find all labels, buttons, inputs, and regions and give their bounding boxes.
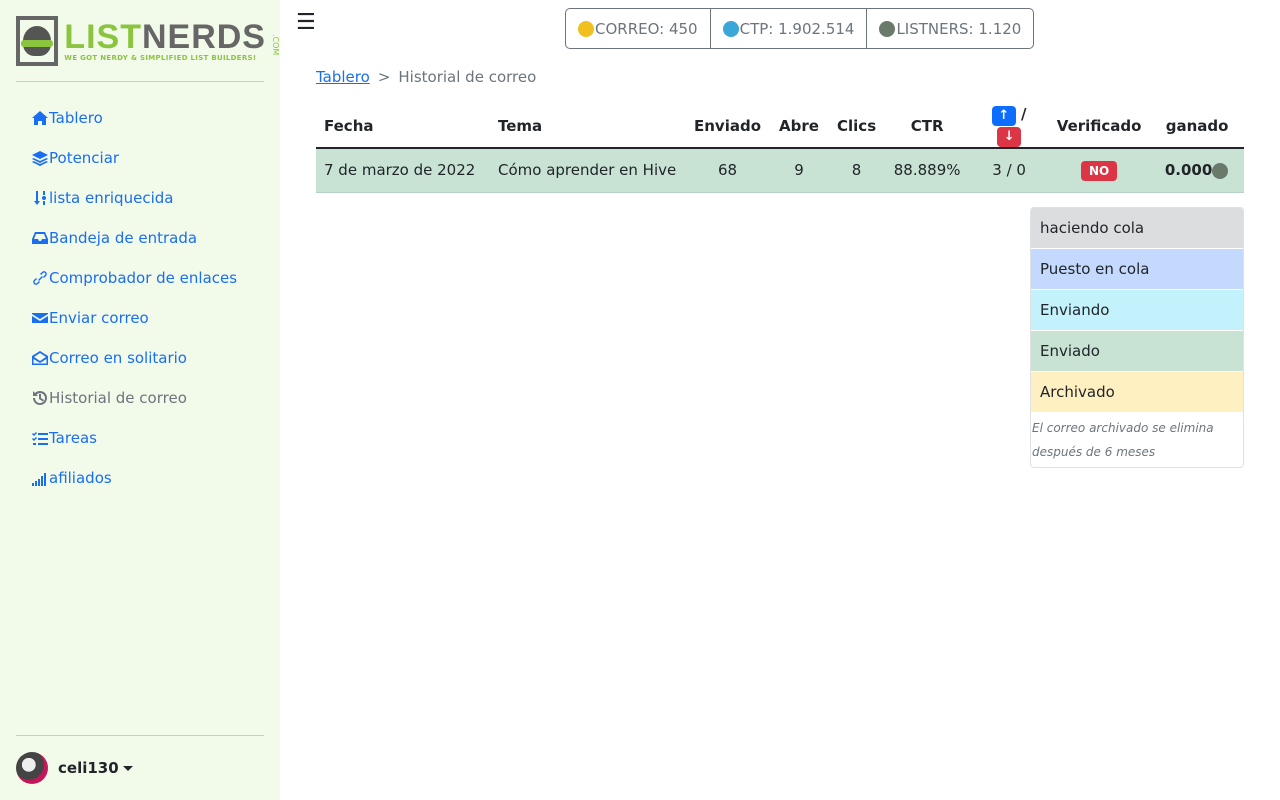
- stat-listners-label: LISTNERS: 1.120: [896, 19, 1022, 38]
- logo-com: .COM: [271, 34, 280, 56]
- cell-abre: 9: [769, 148, 830, 193]
- col-ganado: ganado: [1150, 105, 1244, 149]
- history-icon: [33, 390, 47, 405]
- table-row[interactable]: 7 de marzo de 2022 Cómo aprender en Hive…: [316, 148, 1244, 193]
- sidebar-item-label: Comprobador de enlaces: [49, 269, 238, 287]
- col-clics: Clics: [829, 105, 885, 149]
- sidebar-item-label: Potenciar: [49, 149, 120, 167]
- col-abre: Abre: [769, 105, 830, 149]
- sidebar-item-enviar-correo[interactable]: Enviar correo: [32, 298, 237, 338]
- legend-item: haciendo cola: [1031, 208, 1243, 249]
- legend-item: Puesto en cola: [1031, 249, 1243, 290]
- sidebar-item-label: Bandeja de entrada: [49, 229, 198, 247]
- logo-text-nerds: NERDS: [141, 18, 266, 56]
- col-verificado: Verificado: [1048, 105, 1151, 149]
- caret-down-icon: [122, 766, 133, 771]
- col-enviado: Enviado: [686, 105, 770, 149]
- stat-ctp-label: CTP: 1.902.514: [739, 19, 855, 38]
- cell-tema: Cómo aprender en Hive: [490, 148, 686, 193]
- sidebar-item-label: lista enriquecida: [49, 189, 174, 207]
- divider: [16, 81, 264, 82]
- sidebar-item-lista-enriquecida[interactable]: lista enriquecida: [32, 178, 237, 218]
- stat-ctp: CTP: 1.902.514: [711, 9, 868, 48]
- sidebar-item-label: afiliados: [49, 469, 112, 487]
- cell-ganado: 0.000: [1150, 148, 1244, 193]
- legend-note: El correo archivado se elimina después d…: [1032, 421, 1214, 459]
- envelope-open-icon: [32, 351, 48, 365]
- col-updown-sep: /: [1021, 105, 1027, 123]
- col-ctr: CTR: [884, 105, 971, 149]
- link-icon: [33, 271, 47, 285]
- sidebar-item-label: Correo en solitario: [49, 349, 187, 367]
- status-legend: haciendo cola Puesto en cola Enviando Envia…: [1030, 207, 1244, 468]
- stat-listners: LISTNERS: 1.120: [867, 9, 1033, 48]
- nerd-icon: [879, 20, 896, 37]
- tasks-icon: [32, 432, 48, 445]
- layers-icon: [32, 151, 48, 166]
- cell-clics: 8: [829, 148, 885, 193]
- mail-history-table: Fecha Tema Enviado Abre Clics CTR ↑ / ↓ …: [316, 105, 1244, 193]
- status-badge: NO: [1081, 161, 1118, 182]
- legend-item: Enviado: [1031, 331, 1243, 372]
- sidebar-item-tablero[interactable]: Tablero: [32, 98, 237, 138]
- sidebar-item-comprobador-de-enlaces[interactable]: Comprobador de enlaces: [32, 258, 237, 298]
- signal-icon: [32, 473, 46, 486]
- sidebar: LISTNERDS WE GOT NERDY & SIMPLIFIED LIST…: [0, 0, 280, 800]
- sidebar-item-historial-de-correo[interactable]: Historial de correo: [32, 378, 237, 418]
- stat-correo-label: CORREO: 450: [595, 19, 698, 38]
- legend-item: Enviando: [1031, 290, 1243, 331]
- avatar: [16, 752, 48, 784]
- col-updown: ↑ / ↓: [970, 105, 1049, 149]
- user-menu[interactable]: celi130: [16, 752, 133, 784]
- cell-updown: 3 / 0: [970, 148, 1049, 193]
- col-fecha: Fecha: [316, 105, 490, 149]
- cell-fecha: 7 de marzo de 2022: [316, 148, 490, 193]
- breadcrumb-separator: >: [377, 68, 391, 86]
- coins-icon: [578, 20, 594, 37]
- breadcrumb-home-link[interactable]: Tablero: [316, 68, 370, 86]
- ganado-value: 0.000: [1164, 161, 1213, 180]
- stat-correo: CORREO: 450: [566, 9, 711, 48]
- home-icon: [32, 111, 48, 125]
- ctp-icon: [722, 20, 739, 37]
- arrow-up-icon: ↑: [991, 106, 1016, 126]
- logo-tagline: WE GOT NERDY & SIMPLIFIED LIST BUILDERS!: [64, 54, 257, 62]
- listnerds-logo[interactable]: LISTNERDS WE GOT NERDY & SIMPLIFIED LIST…: [16, 14, 280, 68]
- sort-icon: [34, 191, 46, 205]
- cell-ctr: 88.889%: [884, 148, 971, 193]
- sidebar-item-afiliados[interactable]: afiliados: [32, 458, 237, 498]
- username: celi130: [58, 759, 119, 777]
- inbox-icon: [32, 232, 48, 244]
- sidebar-item-label: Historial de correo: [49, 389, 187, 407]
- sidebar-nav: Tablero Potenciar lista enriquecida Bandeja…: [32, 98, 237, 498]
- envelope-icon: [32, 313, 48, 323]
- col-tema: Tema: [490, 105, 686, 149]
- sidebar-item-tareas[interactable]: Tareas: [32, 418, 237, 458]
- legend-item: Archivado: [1031, 372, 1243, 413]
- sidebar-item-label: Tablero: [49, 109, 103, 127]
- sidebar-item-label: Enviar correo: [49, 309, 149, 327]
- sidebar-item-potenciar[interactable]: Potenciar: [32, 138, 237, 178]
- sidebar-item-label: Tareas: [49, 429, 97, 447]
- cell-verificado: NO: [1048, 148, 1151, 193]
- nerd-icon: [1212, 162, 1229, 179]
- sidebar-item-correo-en-solitario[interactable]: Correo en solitario: [32, 338, 237, 378]
- sidebar-item-bandeja-de-entrada[interactable]: Bandeja de entrada: [32, 218, 237, 258]
- logo-text-list: LIST: [64, 18, 142, 56]
- cell-enviado: 68: [686, 148, 770, 193]
- logo-mascot-icon: [16, 16, 59, 66]
- breadcrumb: Tablero > Historial de correo: [316, 68, 536, 86]
- arrow-down-icon: ↓: [997, 127, 1022, 147]
- stats-bar: CORREO: 450 CTP: 1.902.514 LISTNERS: 1.1…: [565, 8, 1035, 49]
- breadcrumb-current: Historial de correo: [398, 68, 537, 86]
- menu-toggle-button[interactable]: ☰: [296, 10, 316, 35]
- divider: [16, 735, 264, 736]
